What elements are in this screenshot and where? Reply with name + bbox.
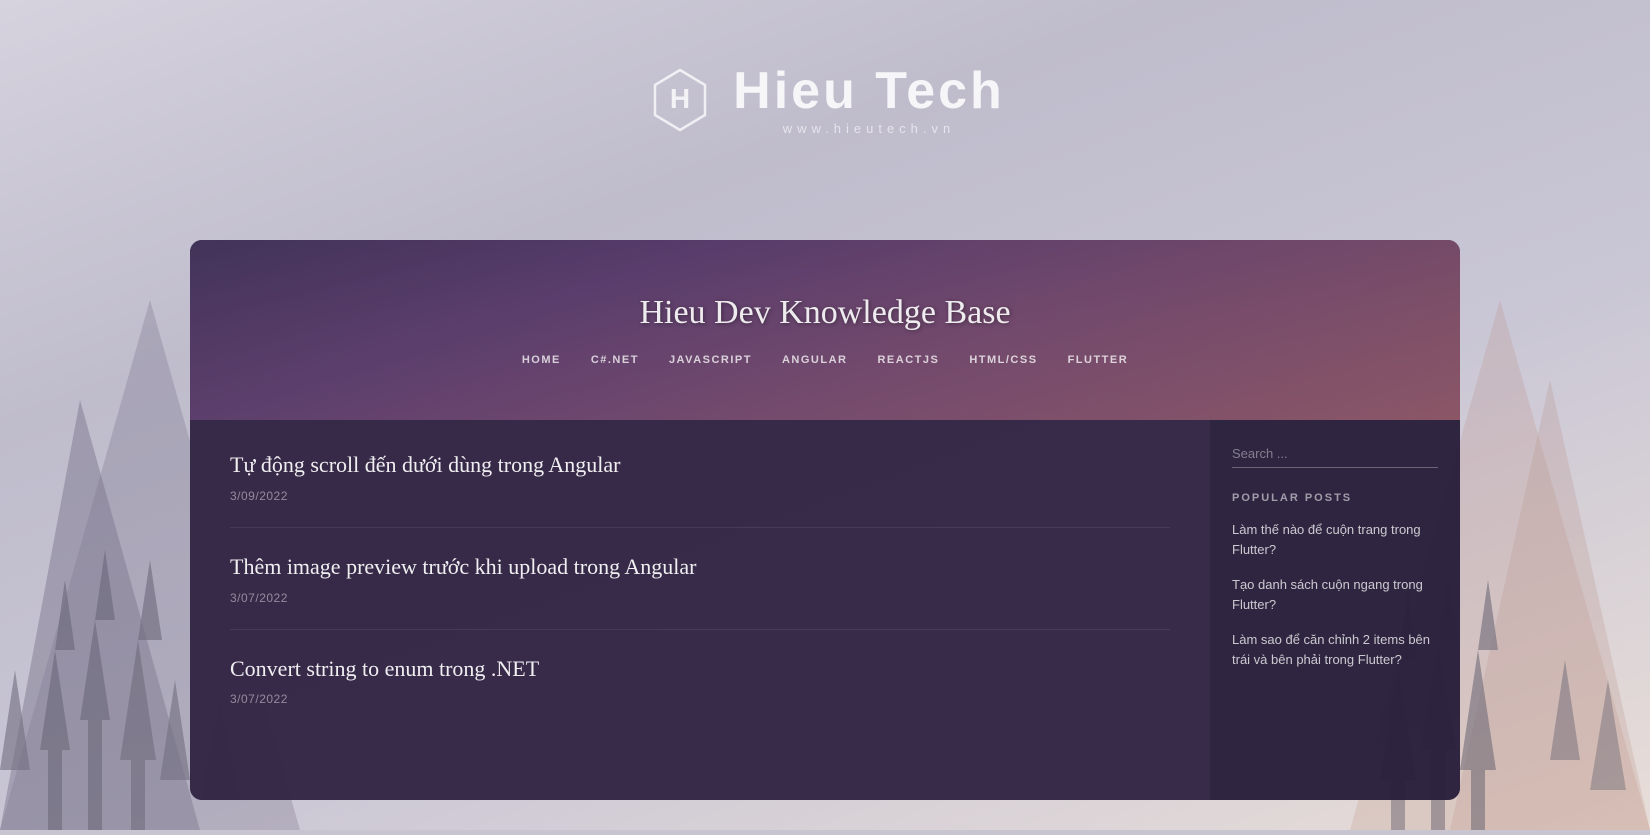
header: H Hieu Tech www.hieutech.vn xyxy=(0,0,1650,200)
nav-item-cnet[interactable]: C#.NET xyxy=(591,354,639,366)
popular-post-item[interactable]: Tạo danh sách cuộn ngang trong Flutter? xyxy=(1232,575,1438,614)
logo-url: www.hieutech.vn xyxy=(733,121,1005,136)
nav-item-reactjs[interactable]: REACTJS xyxy=(877,354,939,366)
popular-posts-label: POPULAR POSTS xyxy=(1232,492,1438,504)
nav-item-home[interactable]: HOME xyxy=(522,354,561,366)
post-date: 3/07/2022 xyxy=(230,591,1170,605)
popular-posts-list: Làm thế nào để cuộn trang trong Flutter?… xyxy=(1232,520,1438,669)
main-card: Hieu Dev Knowledge Base HOME C#.NET JAVASC… xyxy=(190,240,1460,800)
site-title: Hieu Dev Knowledge Base xyxy=(639,294,1010,332)
post-item: Tự động scroll đến dưới dùng trong Angul… xyxy=(230,450,1170,528)
post-title[interactable]: Thêm image preview trước khi upload tron… xyxy=(230,552,1170,583)
post-date: 3/07/2022 xyxy=(230,692,1170,706)
logo-title: Hieu Tech xyxy=(733,65,1005,117)
post-title[interactable]: Tự động scroll đến dưới dùng trong Angul… xyxy=(230,450,1170,481)
popular-post-title: Tạo danh sách cuộn ngang trong Flutter? xyxy=(1232,575,1438,614)
nav-item-htmlcss[interactable]: HTML/CSS xyxy=(969,354,1037,366)
nav-item-javascript[interactable]: JAVASCRIPT xyxy=(669,354,752,366)
popular-post-title: Làm sao để căn chỉnh 2 items bên trái và… xyxy=(1232,630,1438,669)
logo-container: H Hieu Tech www.hieutech.vn xyxy=(645,65,1005,136)
posts-area: Tự động scroll đến dưới dùng trong Angul… xyxy=(190,420,1210,800)
card-header: Hieu Dev Knowledge Base HOME C#.NET JAVASC… xyxy=(190,240,1460,420)
popular-post-item[interactable]: Làm thế nào để cuộn trang trong Flutter? xyxy=(1232,520,1438,559)
svg-text:H: H xyxy=(670,83,690,114)
nav-item-flutter[interactable]: FLUTTER xyxy=(1068,354,1129,366)
nav-item-angular[interactable]: ANGULAR xyxy=(782,354,848,366)
popular-post-item[interactable]: Làm sao để căn chỉnh 2 items bên trái và… xyxy=(1232,630,1438,669)
popular-post-title: Làm thế nào để cuộn trang trong Flutter? xyxy=(1232,520,1438,559)
logo-text: Hieu Tech www.hieutech.vn xyxy=(733,65,1005,136)
logo-icon: H xyxy=(645,65,715,135)
sidebar: POPULAR POSTS Làm thế nào để cuộn trang … xyxy=(1210,420,1460,800)
card-body: Tự động scroll đến dưới dùng trong Angul… xyxy=(190,420,1460,800)
post-date: 3/09/2022 xyxy=(230,489,1170,503)
post-item: Thêm image preview trước khi upload tron… xyxy=(230,552,1170,630)
nav-bar: HOME C#.NET JAVASCRIPT ANGULAR REACTJS HTML/C… xyxy=(522,354,1128,366)
post-title[interactable]: Convert string to enum trong .NET xyxy=(230,654,1170,685)
search-input[interactable] xyxy=(1232,440,1438,468)
post-item: Convert string to enum trong .NET 3/07/20… xyxy=(230,654,1170,731)
